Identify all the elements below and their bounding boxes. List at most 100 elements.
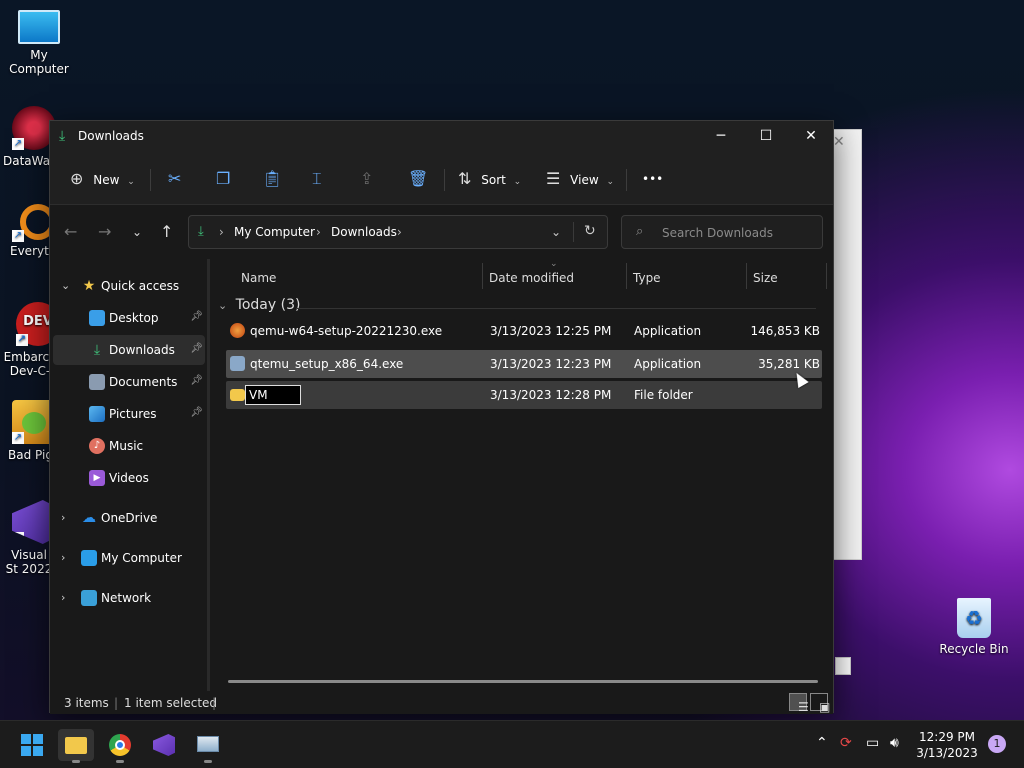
volume-icon[interactable]: 🔊︎ (890, 735, 899, 751)
chevron-down-icon: ⌄ (218, 299, 228, 312)
sidebar-item-label: OneDrive (101, 511, 158, 525)
close-button[interactable]: ✕ (788, 121, 834, 153)
view-button[interactable]: ☰ View ⌄ (546, 165, 614, 193)
pin-icon[interactable]: 📌︎ (190, 375, 203, 386)
column-header-type[interactable]: Type (633, 271, 661, 285)
back-arrow-icon[interactable]: ← (64, 222, 77, 241)
rename-input[interactable]: VM (245, 385, 301, 405)
notification-badge[interactable]: 1 (988, 735, 1006, 753)
search-box[interactable]: ⌕ Search Downloads (621, 215, 823, 249)
clock[interactable]: 12:29 PM 3/13/2023 (912, 729, 982, 761)
sidebar-item-pictures[interactable]: Pictures 📌︎ (53, 399, 205, 429)
up-arrow-icon[interactable]: ↑ (160, 222, 173, 241)
windows-logo-icon (21, 734, 43, 756)
chrome-icon (109, 734, 131, 756)
star-icon: ★ (82, 278, 96, 294)
forward-arrow-icon[interactable]: → (98, 222, 111, 241)
sidebar-item-network[interactable]: › Network (53, 583, 205, 613)
maximize-button[interactable]: ☐ (743, 121, 789, 153)
file-type: File folder (634, 388, 693, 402)
taskbar-remote-desktop[interactable] (190, 729, 226, 763)
sidebar-item-quick-access[interactable]: ⌄ ★ Quick access (53, 271, 205, 301)
file-type: Application (634, 357, 702, 371)
sort-label: Sort (481, 173, 506, 187)
qemu-installer-icon (230, 323, 245, 338)
chevron-right-icon: › (61, 551, 66, 564)
taskbar-visual-studio[interactable] (146, 729, 182, 761)
search-input[interactable]: Search Downloads (662, 226, 773, 240)
plus-circle-icon: ⊕ (70, 169, 84, 188)
sidebar-item-label: My Computer (101, 551, 182, 565)
refresh-icon[interactable]: ↻ (584, 223, 596, 239)
rename-button[interactable]: ⌶ (312, 165, 322, 193)
breadcrumb-downloads[interactable]: Downloads (331, 225, 397, 239)
copy-icon: ❐ (216, 169, 231, 188)
taskbar-file-explorer[interactable] (58, 729, 94, 763)
breadcrumb-my-computer[interactable]: My Computer (234, 225, 315, 239)
taskbar-chrome[interactable] (102, 729, 138, 763)
column-header-size[interactable]: Size (753, 271, 778, 285)
file-date: 3/13/2023 12:25 PM (490, 324, 612, 338)
network-status-icon[interactable]: ▭ (866, 735, 879, 751)
music-icon: ♪ (89, 438, 105, 454)
recent-locations-chevron-icon[interactable]: ⌄ (132, 225, 142, 239)
tiles-view-icon: ▣ (819, 700, 831, 714)
table-row[interactable]: qemu-w64-setup-20221230.exe 3/13/2023 12… (226, 317, 822, 345)
minimize-button[interactable]: ─ (698, 121, 744, 153)
paste-button[interactable]: 📋︎ (262, 165, 282, 193)
new-button[interactable]: ⊕ New ⌄ (70, 165, 135, 193)
chevron-down-icon: ⌄ (127, 177, 135, 187)
clock-time: 12:29 PM (919, 730, 975, 744)
desktop-icon-my-computer[interactable]: My Computer (1, 10, 77, 76)
clipboard-icon: 📋︎ (262, 169, 283, 188)
copy-button[interactable]: ❐ (216, 165, 230, 193)
details-view-button[interactable]: ☰ (789, 693, 809, 714)
sidebar-item-music[interactable]: ♪ Music (53, 431, 205, 461)
cut-button[interactable]: ✂ (168, 165, 181, 193)
sidebar-item-documents[interactable]: Documents 📌︎ (53, 367, 205, 397)
desktop-icon-recycle-bin[interactable]: ♻ Recycle Bin (936, 598, 1012, 656)
sidebar-item-label: Music (109, 439, 144, 453)
sync-alert-icon[interactable]: ⟳ (840, 735, 852, 751)
sidebar-item-my-computer[interactable]: › My Computer (53, 543, 205, 573)
pin-icon[interactable]: 📌︎ (190, 407, 203, 418)
file-size: 146,853 KB (750, 324, 820, 338)
address-history-chevron-icon[interactable]: ⌄ (551, 225, 561, 239)
title-bar[interactable]: ⤓ Downloads ─ ☐ ✕ (50, 121, 833, 153)
tiles-view-button[interactable]: ▣ (810, 693, 830, 714)
sidebar-item-videos[interactable]: ▶ Videos (53, 463, 205, 493)
file-list: Name ⌄ Date modified Type Size ⌄ Today (… (210, 259, 834, 691)
breadcrumb-separator: › (316, 225, 321, 239)
folder-icon (65, 737, 87, 754)
pin-icon[interactable]: 📌︎ (190, 311, 203, 322)
sidebar-item-onedrive[interactable]: › ☁ OneDrive (53, 503, 205, 533)
desktop-icon (89, 310, 105, 326)
column-header-name[interactable]: Name (241, 271, 276, 285)
video-icon: ▶ (89, 470, 105, 486)
monitor-icon (81, 550, 97, 566)
sort-button[interactable]: ⇅ Sort ⌄ (458, 165, 521, 193)
recycle-bin-icon: ♻ (957, 598, 991, 638)
close-icon[interactable]: ✕ (833, 134, 845, 150)
file-explorer-window[interactable]: ⤓ Downloads ─ ☐ ✕ ⊕ New ⌄ ✂ ❐ 📋︎ ⌶ ⇪ 🗑︎ … (49, 120, 834, 714)
group-header-today[interactable]: ⌄ Today (3) (218, 297, 816, 313)
table-row[interactable]: VM 3/13/2023 12:28 PM File folder (226, 381, 822, 409)
more-options-button[interactable]: ••• (642, 165, 663, 193)
breadcrumb-separator: › (219, 225, 224, 239)
start-button[interactable] (14, 729, 50, 761)
sidebar-item-downloads[interactable]: ⤓ Downloads 📌︎ (53, 335, 205, 365)
share-button[interactable]: ⇪ (360, 165, 373, 193)
horizontal-scrollbar[interactable] (228, 680, 818, 683)
pin-icon[interactable]: 📌︎ (190, 343, 203, 354)
table-row[interactable]: qtemu_setup_x86_64.exe 3/13/2023 12:23 P… (226, 350, 822, 378)
file-size: 35,281 KB (758, 357, 820, 371)
file-date: 3/13/2023 12:23 PM (490, 357, 612, 371)
sidebar-item-desktop[interactable]: Desktop 📌︎ (53, 303, 205, 333)
view-label: View (570, 173, 599, 187)
address-bar[interactable]: ⤓ › My Computer › Downloads › ⌄ ↻ (188, 215, 608, 249)
sidebar-item-label: Pictures (109, 407, 157, 421)
desktop-icon-label: Recycle Bin (939, 642, 1009, 656)
show-hidden-icons-chevron-icon[interactable]: ⌃ (816, 735, 828, 751)
column-header-date[interactable]: Date modified (489, 271, 574, 285)
delete-button[interactable]: 🗑︎ (408, 165, 428, 193)
